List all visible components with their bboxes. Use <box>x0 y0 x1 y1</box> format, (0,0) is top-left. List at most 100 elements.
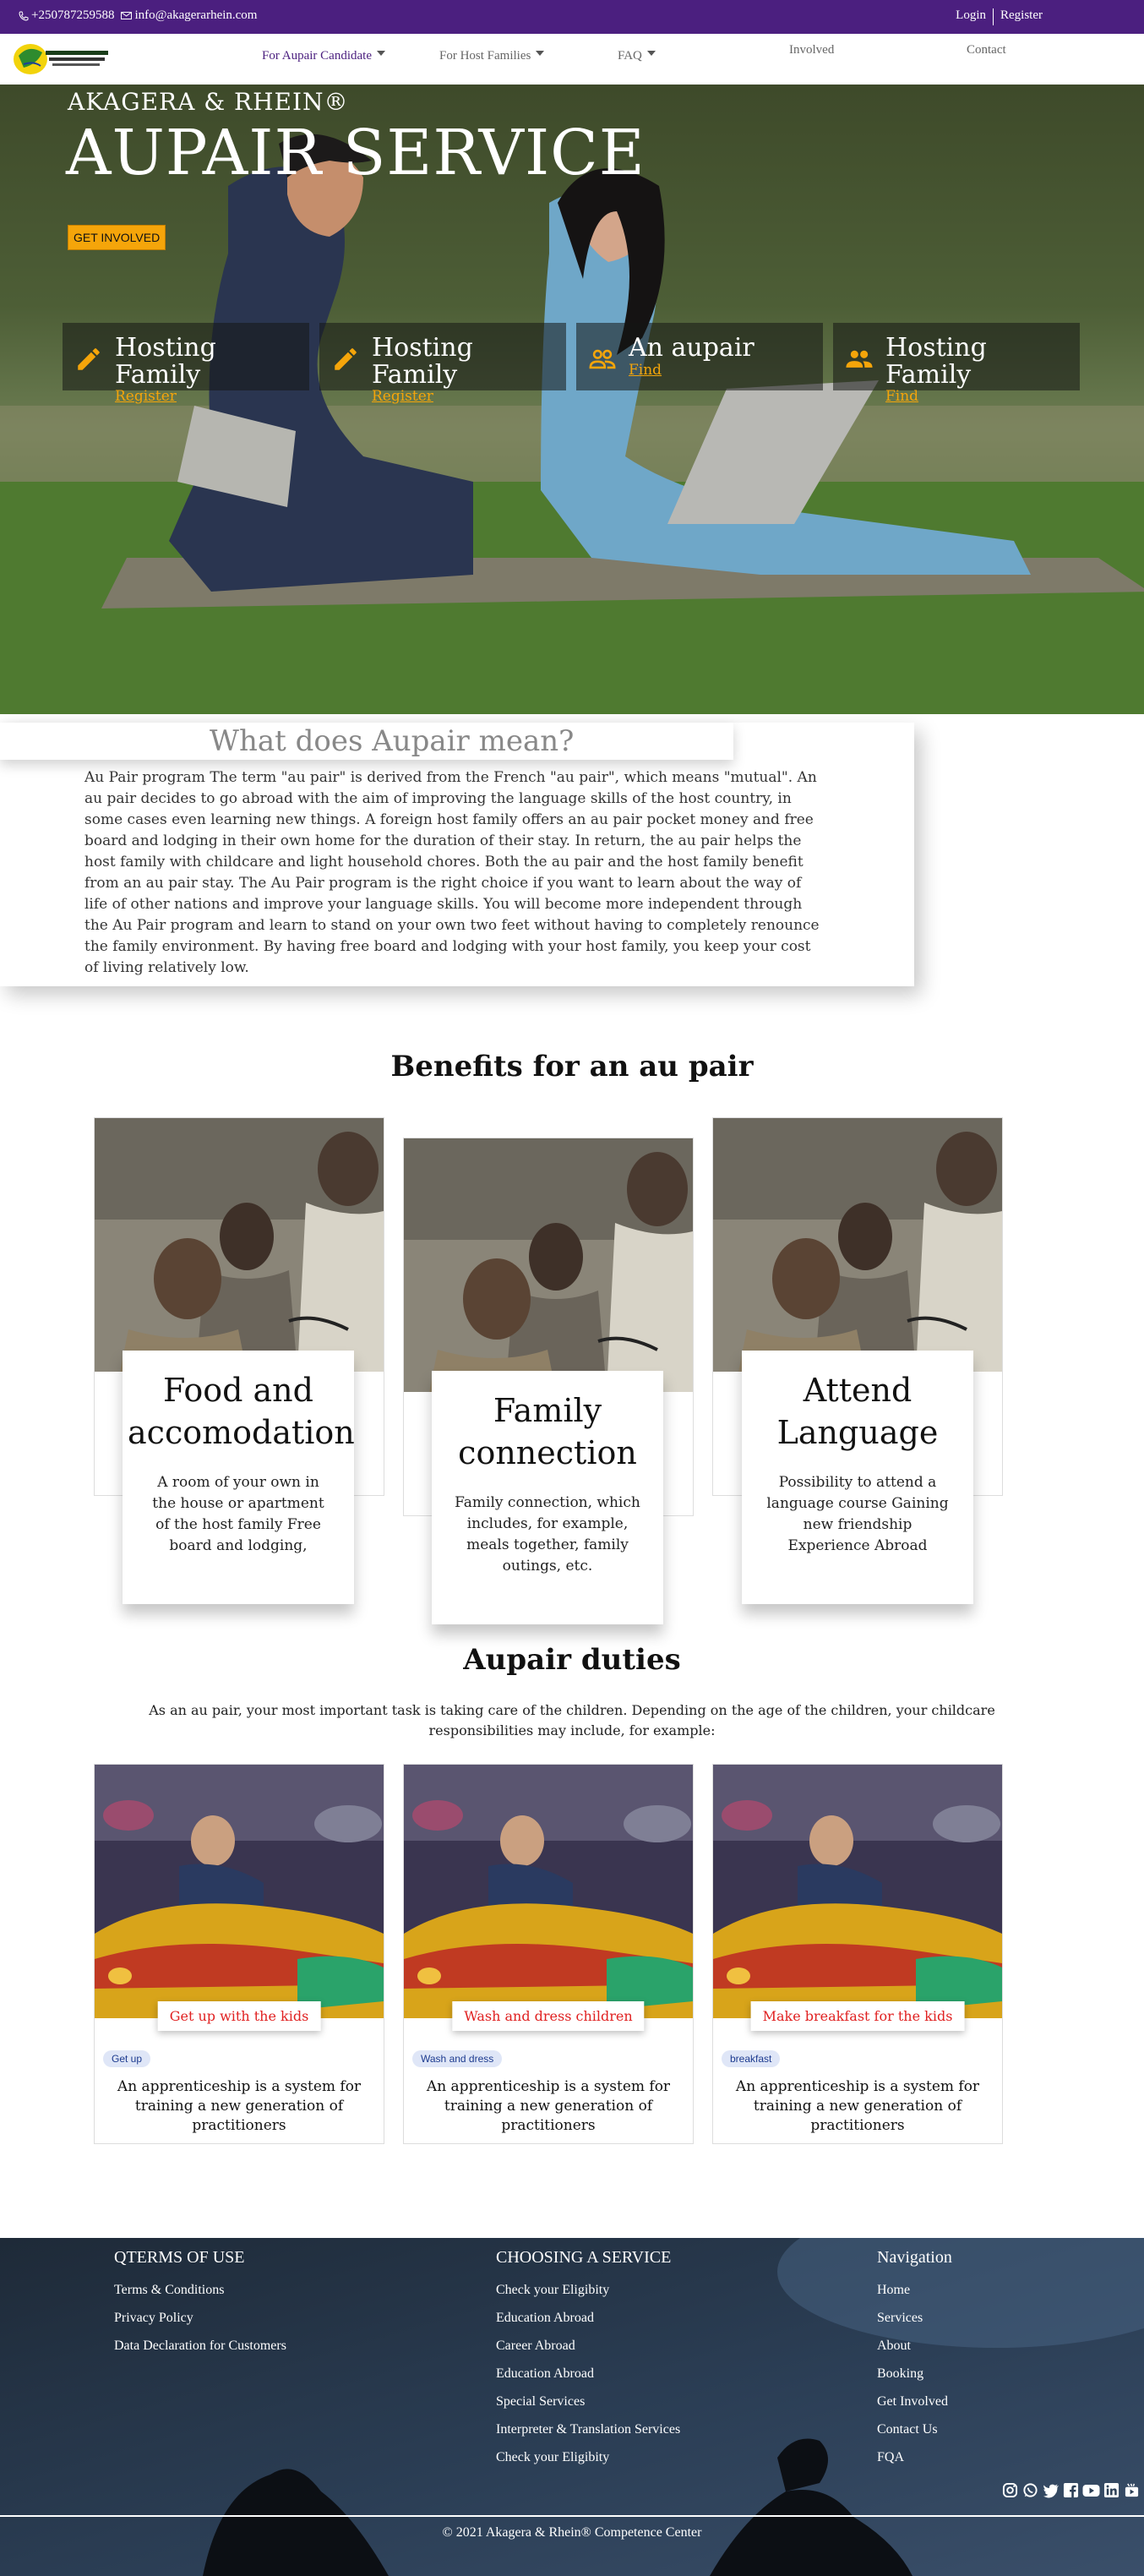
footer-col-title: Navigation <box>877 2248 952 2267</box>
footer-link[interactable]: Check your Eligibity <box>496 2443 680 2471</box>
nav-item-involved[interactable]: Involved <box>789 43 834 57</box>
brand-logo[interactable] <box>12 39 112 78</box>
site-footer: QTERMS OF USE Terms & Conditions Privacy… <box>0 2238 1144 2576</box>
benefits-title: Benefits for an au pair <box>390 1050 754 1083</box>
footer-link[interactable]: Contact Us <box>877 2415 952 2443</box>
auth-links: Login Register <box>956 8 1043 25</box>
bumper-car-photo <box>713 1765 1002 2018</box>
hero-cards: Hosting Family Register Hosting Family Reg… <box>63 323 1080 405</box>
footer-link[interactable]: Home <box>877 2276 952 2304</box>
footer-link[interactable]: Data Declaration for Customers <box>114 2332 286 2360</box>
footer-link[interactable]: Career Abroad <box>496 2332 680 2360</box>
footer-col-title: QTERMS OF USE <box>114 2248 245 2267</box>
hero-card-host-register-2[interactable]: Hosting Family Register <box>319 323 566 405</box>
duty-label[interactable]: Wash and dress children <box>452 2001 645 2031</box>
instagram-icon[interactable] <box>1001 2481 1019 2499</box>
login-link[interactable]: Login <box>956 8 986 25</box>
duty-text: An apprenticeship is a system for traini… <box>426 2078 671 2134</box>
hero-card-title: An aupair <box>629 333 754 363</box>
duty-badge: breakfast <box>722 2050 781 2067</box>
benefit-title: Attend Language <box>776 1372 939 1451</box>
benefit-title: Family connection <box>458 1392 637 1471</box>
hero-card-link[interactable]: Find <box>885 388 1068 405</box>
footer-link[interactable]: Check your Eligibity <box>496 2276 680 2304</box>
benefit-text: Family connection, which includes, for e… <box>455 1494 640 1575</box>
footer-link[interactable]: FQA <box>877 2443 952 2471</box>
register-link[interactable]: Register <box>1000 8 1043 25</box>
nav-item-aupair-candidate[interactable]: For Aupair Candidate <box>262 49 385 63</box>
nav-label: Contact <box>967 43 1006 57</box>
pencil-icon <box>335 348 357 370</box>
footer-link[interactable]: Booking <box>877 2360 952 2388</box>
envelope-icon <box>121 12 133 19</box>
benefit-text: Possibility to attend a language course … <box>766 1474 949 1554</box>
facebook-icon[interactable] <box>1062 2481 1080 2499</box>
email-link[interactable]: info@akagerarhein.com <box>121 8 257 23</box>
duty-badge: Wash and dress <box>412 2050 503 2067</box>
nav-item-host-families[interactable]: For Host Families <box>439 49 545 63</box>
hero-card-link[interactable]: Register <box>372 388 554 405</box>
footer-link[interactable]: Privacy Policy <box>114 2304 286 2332</box>
footer-col-title: CHOOSING A SERVICE <box>496 2248 672 2267</box>
duty-text: An apprenticeship is a system for traini… <box>117 2078 362 2134</box>
duty-card: Wash and dress children Wash and dress A… <box>403 1764 694 2144</box>
hero-card-title: Hosting Family <box>115 333 216 390</box>
hero-card-link[interactable]: Find <box>629 362 754 379</box>
get-involved-button[interactable]: GET INVOLVED <box>68 225 166 250</box>
hero-card-title: Hosting Family <box>885 333 987 390</box>
duty-label[interactable]: Get up with the kids <box>157 2001 321 2031</box>
copyright: © 2021 Akagera & Rhein® Competence Cente… <box>442 2525 702 2540</box>
about-title: What does Aupair mean? <box>210 724 575 758</box>
hero-card-find-family[interactable]: Hosting Family Find <box>833 323 1080 405</box>
children-photo <box>95 1118 384 1372</box>
duty-card: Make breakfast for the kids breakfast An… <box>712 1764 1003 2144</box>
duties-intro: As an au pair, your most important task … <box>149 1702 995 1738</box>
benefit-box-family: Family connection Family connection, whi… <box>432 1371 663 1624</box>
footer-link[interactable]: Terms & Conditions <box>114 2276 286 2304</box>
footer-col-terms: QTERMS OF USE Terms & Conditions Privacy… <box>114 2248 286 2360</box>
hero-kicker: AKAGERA & RHEIN® <box>68 88 349 116</box>
duty-text: An apprenticeship is a system for traini… <box>735 2078 980 2134</box>
footer-link[interactable]: Services <box>877 2304 952 2332</box>
linkedin-icon[interactable] <box>1103 2481 1120 2499</box>
phone-link[interactable]: +250787259588 <box>19 8 114 23</box>
duty-label[interactable]: Make breakfast for the kids <box>750 2001 965 2031</box>
whatsapp-icon[interactable] <box>1021 2481 1039 2499</box>
youtube-small-icon[interactable] <box>1123 2481 1141 2499</box>
footer-link[interactable]: Education Abroad <box>496 2304 680 2332</box>
footer-link[interactable]: Special Services <box>496 2388 680 2415</box>
hero-card-host-register[interactable]: Hosting Family Register <box>63 323 309 405</box>
email-address: info@akagerarhein.com <box>134 8 258 22</box>
contact-info: +250787259588 info@akagerarhein.com <box>19 8 257 23</box>
nav-label: For Aupair Candidate <box>262 49 372 63</box>
auth-divider <box>993 8 994 25</box>
footer-divider <box>0 2515 1144 2517</box>
twitter-icon[interactable] <box>1042 2481 1060 2499</box>
top-bar: +250787259588 info@akagerarhein.com Logi… <box>0 0 1144 34</box>
nav-item-faq[interactable]: FAQ <box>618 49 656 63</box>
bumper-car-photo <box>404 1765 693 2018</box>
chevron-down-icon <box>536 50 545 56</box>
footer-link[interactable]: Get Involved <box>877 2388 952 2415</box>
nav-item-contact[interactable]: Contact <box>967 43 1006 57</box>
footer-link[interactable]: Education Abroad <box>496 2360 680 2388</box>
hero-card-link[interactable]: Register <box>115 388 297 405</box>
footer-col-services: CHOOSING A SERVICE Check your Eligibity … <box>496 2248 680 2471</box>
youtube-icon[interactable] <box>1082 2481 1100 2499</box>
footer-col-navigation: Navigation Home Services About Booking G… <box>877 2248 952 2471</box>
nav-label: Involved <box>789 43 835 57</box>
footer-link[interactable]: Interpreter & Translation Services <box>496 2415 680 2443</box>
hero-card-find-aupair[interactable]: An aupair Find <box>576 323 823 390</box>
duty-badge: Get up <box>103 2050 151 2067</box>
footer-link[interactable]: About <box>877 2332 952 2360</box>
phone-number: +250787259588 <box>31 8 115 22</box>
chevron-down-icon <box>646 50 656 56</box>
people-icon <box>846 350 873 368</box>
duties-title: Aupair duties <box>463 1643 681 1677</box>
about-header: What does Aupair mean? <box>0 723 733 760</box>
hero-title: AUPAIR SERVICE <box>66 117 646 189</box>
hero-banner: AKAGERA & RHEIN® AUPAIR SERVICE GET INVO… <box>0 85 1144 714</box>
benefit-box-food: Food and accomodation A room of your own… <box>123 1351 355 1604</box>
chevron-down-icon <box>376 50 385 56</box>
nav-label: For Host Families <box>439 49 531 63</box>
